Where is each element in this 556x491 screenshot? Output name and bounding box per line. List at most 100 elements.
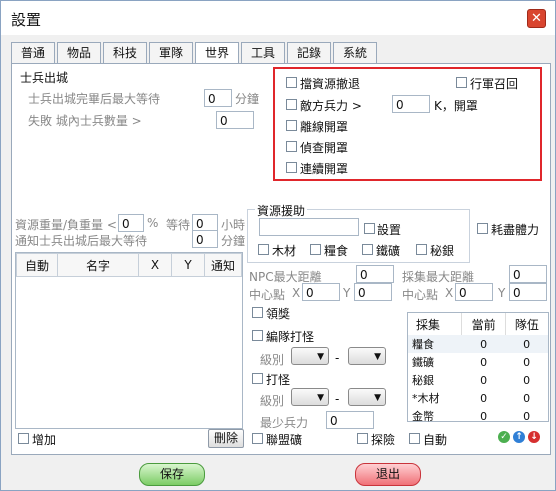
food-checkbox[interactable] xyxy=(310,244,321,255)
gather-row-type: *木材 xyxy=(412,392,440,405)
alliance-label: 聯盟礦 xyxy=(266,433,303,447)
level2-label: 級別 xyxy=(260,394,285,408)
gather-row-type: 秘銀 xyxy=(412,374,434,387)
offline-checkbox[interactable] xyxy=(286,120,297,131)
gather-table-grid: 採集 當前 隊伍 糧食 0 0 鐵礦 0 0 秘銀 0 0 *木材 0 0 金幣… xyxy=(408,313,548,425)
enemy-power-checkbox[interactable] xyxy=(286,99,297,110)
weight-input[interactable]: 0 xyxy=(118,214,144,232)
soldier-wait-unit: 分鐘 xyxy=(235,92,260,106)
gather-row-team: 0 xyxy=(523,391,531,405)
gather-row-current: 0 xyxy=(480,391,488,405)
tab-tech[interactable]: 科技 xyxy=(103,42,147,64)
gather-row-current: 0 xyxy=(480,409,488,423)
tab-system[interactable]: 系統 xyxy=(333,42,377,64)
tab-items[interactable]: 物品 xyxy=(57,42,101,64)
alliance-checkbox[interactable] xyxy=(252,433,263,444)
auto-label: 自動 xyxy=(423,433,448,447)
col-y[interactable]: Y xyxy=(171,253,205,277)
iron-label: 鐵礦 xyxy=(376,244,401,258)
save-button[interactable]: 保存 xyxy=(139,463,205,486)
soldier-wait-input[interactable]: 0 xyxy=(204,89,232,107)
gather-row-team: 0 xyxy=(523,373,531,387)
tab-army[interactable]: 軍隊 xyxy=(149,42,193,64)
npc-y-input[interactable]: 0 xyxy=(354,283,392,301)
tab-world[interactable]: 世界 xyxy=(195,42,239,65)
level2-dash: - xyxy=(335,392,340,406)
title-bar: 設置 ✕ xyxy=(1,1,555,35)
aid-target-input[interactable] xyxy=(259,218,359,236)
col-x[interactable]: X xyxy=(138,253,172,277)
target-list[interactable]: 自動 名字 X Y 通知 xyxy=(15,252,243,429)
close-icon[interactable]: ✕ xyxy=(527,9,546,28)
weight-wait-label: 等待 xyxy=(166,218,191,232)
recall-checkbox[interactable] xyxy=(456,77,467,88)
check-icon[interactable]: ✓ xyxy=(498,431,510,443)
soldier-group-title: 士兵出城 xyxy=(20,71,69,85)
level1-from-select[interactable]: ▼ xyxy=(291,347,329,365)
tab-log[interactable]: 記錄 xyxy=(287,42,331,64)
chevron-down-icon: ▼ xyxy=(374,352,381,362)
gather-center-label: 中心點 xyxy=(402,288,439,302)
npc-dist-input[interactable]: 0 xyxy=(356,265,394,283)
continuous-checkbox[interactable] xyxy=(286,162,297,173)
level2-to-select[interactable]: ▼ xyxy=(348,388,386,406)
gather-row-current: 0 xyxy=(480,355,488,369)
fight-label: 打怪 xyxy=(266,373,291,387)
gather-y-label: Y xyxy=(498,286,506,300)
gather-header-current: 當前 xyxy=(461,313,506,335)
gather-y-input[interactable]: 0 xyxy=(509,283,547,301)
gather-dist-input[interactable]: 0 xyxy=(509,265,547,283)
level2-from-select[interactable]: ▼ xyxy=(291,388,329,406)
notify-wait-input[interactable]: 0 xyxy=(192,230,218,248)
tab-tools[interactable]: 工具 xyxy=(241,42,285,64)
col-auto[interactable]: 自動 xyxy=(16,253,58,277)
add-checkbox[interactable] xyxy=(18,433,29,444)
explore-label: 探險 xyxy=(371,433,396,447)
add-label: 增加 xyxy=(32,433,57,447)
delete-button[interactable]: 刪除 xyxy=(208,429,244,448)
npc-x-input[interactable]: 0 xyxy=(302,283,340,301)
team-fight-label: 編隊打怪 xyxy=(266,330,315,344)
aid-settings-checkbox[interactable] xyxy=(364,223,375,234)
col-name[interactable]: 名字 xyxy=(57,253,139,277)
iron-checkbox[interactable] xyxy=(362,244,373,255)
gather-row-team: 0 xyxy=(523,409,531,423)
gather-x-input[interactable]: 0 xyxy=(455,283,493,301)
level1-to-select[interactable]: ▼ xyxy=(348,347,386,365)
weight-wait-unit: 小時 xyxy=(221,218,246,232)
gather-row-team: 0 xyxy=(523,337,531,351)
scout-checkbox[interactable] xyxy=(286,141,297,152)
fail-soldier-input[interactable]: 0 xyxy=(216,111,254,129)
level1-dash: - xyxy=(335,351,340,365)
auto-checkbox[interactable] xyxy=(409,433,420,444)
notify-wait-label: 通知士兵出城后最大等待 xyxy=(15,234,148,248)
silver-label: 秘銀 xyxy=(430,244,455,258)
reward-checkbox[interactable] xyxy=(252,307,263,318)
gather-x-label: X xyxy=(445,286,454,300)
arrow-up-icon[interactable]: ↑ xyxy=(513,431,525,443)
enemy-power-input[interactable]: 0 xyxy=(392,95,430,113)
min-power-input[interactable]: 0 xyxy=(326,411,374,429)
fight-checkbox[interactable] xyxy=(252,373,263,384)
settings-window: 設置 ✕ 普通 物品 科技 軍隊 世界 工具 記錄 系統 士兵出城 士兵出城完畢… xyxy=(0,0,556,491)
explore-checkbox[interactable] xyxy=(357,433,368,444)
exhaust-checkbox[interactable] xyxy=(477,223,488,234)
gather-row-type: 鐵礦 xyxy=(412,356,434,369)
team-fight-checkbox[interactable] xyxy=(252,330,263,341)
enemy-power-unit: K，開罩 xyxy=(434,99,478,113)
arrow-down-icon[interactable]: ↓ xyxy=(528,431,540,443)
tab-general[interactable]: 普通 xyxy=(11,42,55,64)
scout-label: 偵查開罩 xyxy=(300,141,349,155)
retreat-label: 擋資源撤退 xyxy=(300,77,361,91)
wood-checkbox[interactable] xyxy=(258,244,269,255)
gather-row-team: 0 xyxy=(523,355,531,369)
soldier-wait-label: 士兵出城完畢后最大等待 xyxy=(28,92,161,106)
exit-button[interactable]: 退出 xyxy=(355,463,421,486)
retreat-checkbox[interactable] xyxy=(286,77,297,88)
silver-checkbox[interactable] xyxy=(416,244,427,255)
gather-table: 採集 當前 隊伍 糧食 0 0 鐵礦 0 0 秘銀 0 0 *木材 0 0 金幣… xyxy=(407,312,549,425)
window-title: 設置 xyxy=(11,11,42,29)
gather-header-team: 隊伍 xyxy=(514,317,539,332)
recall-label: 行軍召回 xyxy=(470,77,519,91)
col-notify[interactable]: 通知 xyxy=(204,253,242,277)
